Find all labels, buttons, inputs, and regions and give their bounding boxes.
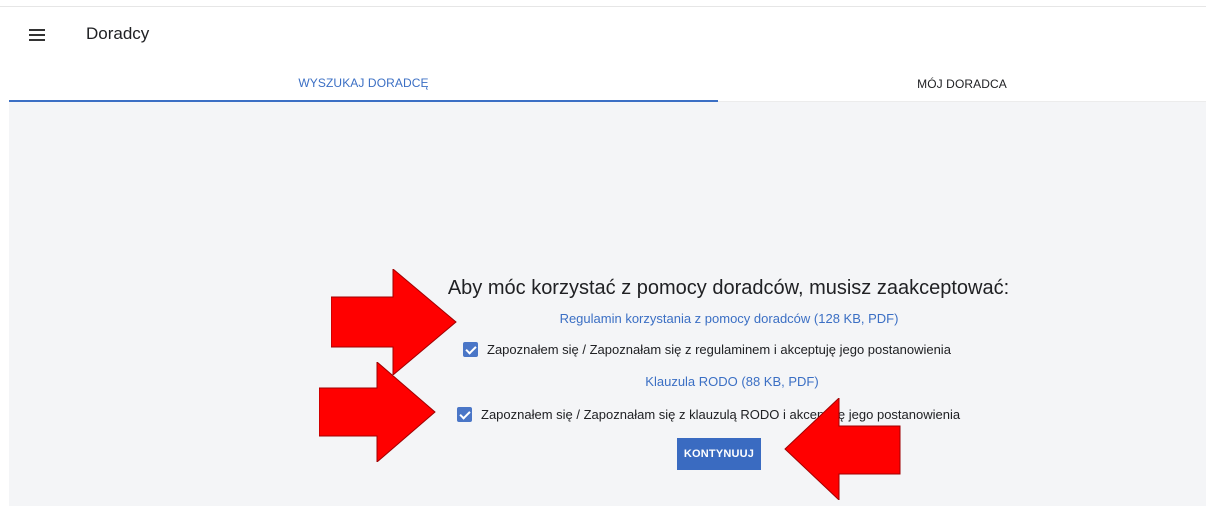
- regulations-consent-row: Zapoznałem się / Zapoznałam się z regula…: [463, 342, 951, 357]
- consent-panel: Aby móc korzystać z pomocy doradców, mus…: [9, 102, 1206, 506]
- app-header: Doradcy: [0, 18, 1206, 54]
- tab-search-advisor[interactable]: WYSZUKAJ DORADCĘ: [9, 66, 718, 102]
- consent-heading: Aby móc korzystać z pomocy doradców, mus…: [447, 277, 1010, 299]
- menu-icon[interactable]: [29, 28, 45, 42]
- rodo-link[interactable]: Klauzula RODO (88 KB, PDF): [9, 374, 1206, 389]
- continue-button[interactable]: KONTYNUUJ: [677, 438, 761, 470]
- tab-bar: WYSZUKAJ DORADCĘ MÓJ DORADCA: [9, 66, 1206, 102]
- page-title: Doradcy: [86, 24, 150, 43]
- top-divider: [0, 6, 1206, 7]
- regulations-link[interactable]: Regulamin korzystania z pomocy doradców …: [9, 311, 1206, 326]
- regulations-checkbox-label: Zapoznałem się / Zapoznałam się z regula…: [487, 342, 951, 357]
- annotation-arrow-rodo: [319, 362, 436, 462]
- rodo-checkbox[interactable]: [457, 407, 472, 422]
- regulations-checkbox[interactable]: [463, 342, 478, 357]
- annotation-arrow-regulations: [331, 269, 457, 375]
- tab-my-advisor[interactable]: MÓJ DORADCA: [718, 66, 1206, 102]
- annotation-arrow-continue: [784, 398, 901, 500]
